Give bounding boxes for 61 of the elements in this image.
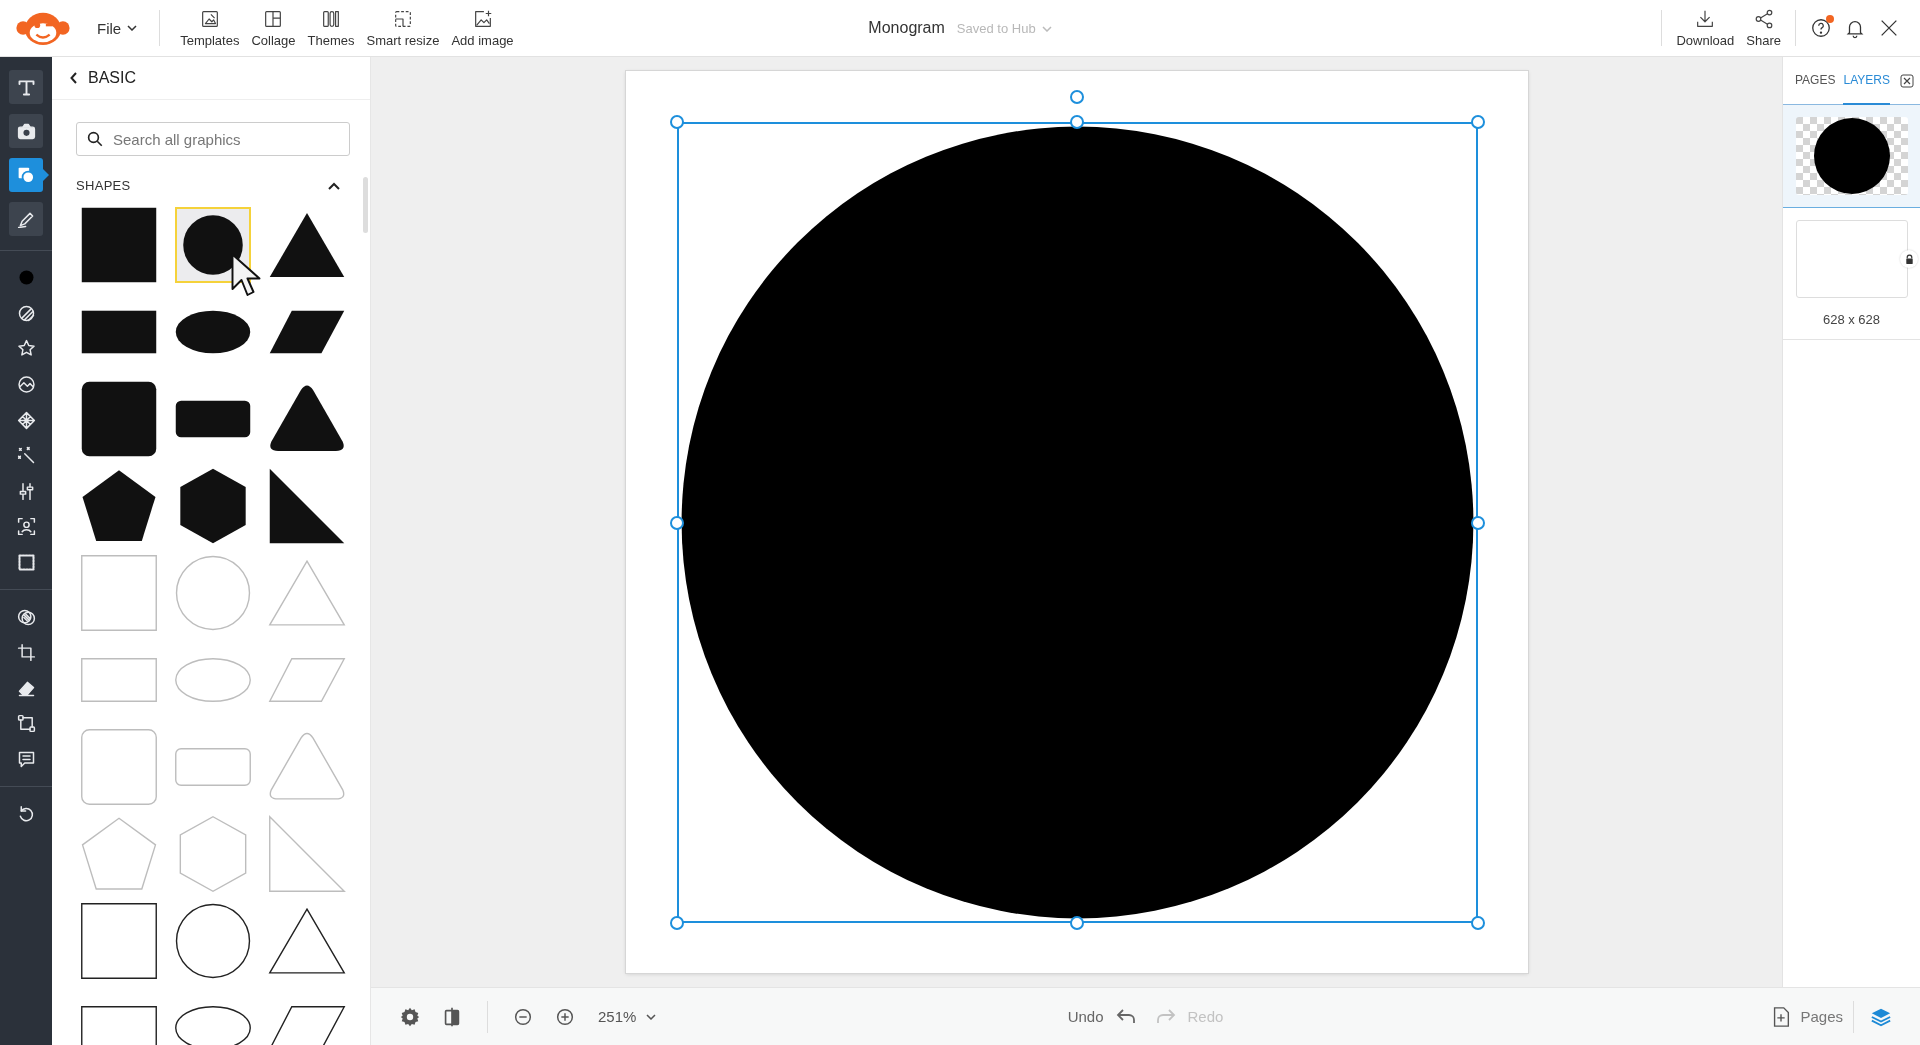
search-icon (86, 130, 104, 148)
close-icon[interactable] (1899, 73, 1914, 88)
camera-tool[interactable] (9, 114, 43, 148)
shape-tile[interactable] (81, 903, 157, 979)
settings-icon (399, 1005, 421, 1028)
transform-icon (15, 713, 37, 735)
resize-handle[interactable] (1470, 916, 1485, 930)
document-title[interactable]: Monogram (868, 19, 945, 37)
layer-item[interactable] (1783, 105, 1920, 208)
resize-handle[interactable] (669, 515, 684, 530)
shape-tile[interactable] (175, 903, 251, 979)
pattern-icon (15, 409, 37, 431)
chevron-down-icon (1041, 25, 1052, 32)
shape-tile[interactable] (269, 468, 345, 544)
resize-handle[interactable] (1470, 115, 1485, 129)
undo-button[interactable]: Undo (1067, 1004, 1138, 1029)
chevron-up-icon (328, 181, 340, 190)
templates-tool[interactable]: Templates (174, 8, 246, 48)
resize-handle[interactable] (669, 115, 684, 129)
frame-icon (15, 552, 37, 574)
resize-handle[interactable] (1070, 115, 1084, 129)
shape-tile[interactable] (81, 816, 157, 892)
cursor-icon (231, 253, 261, 298)
help-icon (1810, 17, 1832, 39)
lock-badge[interactable] (1900, 250, 1918, 268)
file-menu[interactable]: File (97, 19, 138, 37)
collapse-toggle[interactable] (328, 181, 340, 190)
shape-tile[interactable] (81, 207, 157, 283)
resize-tool[interactable]: Smart resize (360, 8, 446, 48)
shape-tile[interactable] (81, 555, 157, 631)
face-icon (15, 516, 37, 538)
resize-handle[interactable] (669, 916, 684, 930)
layer-item[interactable]: 628 x 628 (1783, 208, 1920, 340)
themes-tool[interactable]: Themes (301, 8, 361, 48)
shape-tile[interactable] (81, 381, 157, 457)
shape-tile[interactable] (269, 816, 345, 892)
panel-tab[interactable]: PAGES (1795, 56, 1836, 105)
shape-tile[interactable] (81, 468, 157, 544)
resize-handle[interactable] (1070, 916, 1084, 930)
collage-tool[interactable]: Collage (245, 8, 302, 48)
page-size: 628 x 628 (1822, 312, 1881, 327)
section-title: SHAPES (76, 178, 131, 193)
search-field[interactable]: Search all graphics (76, 122, 350, 156)
download-button[interactable]: Download (1670, 8, 1741, 48)
scrollbar-thumb[interactable] (363, 177, 368, 233)
pages-button[interactable]: Pages (1770, 1005, 1843, 1028)
draw-tool[interactable] (9, 202, 43, 236)
text-tool[interactable] (9, 70, 43, 104)
shape-tile[interactable] (81, 729, 157, 805)
add-image-tool[interactable]: Add image (445, 8, 520, 48)
chevron-down-icon (127, 25, 138, 31)
effects-icon (15, 374, 37, 396)
crop-icon (15, 642, 37, 664)
rotate-handle[interactable] (1070, 90, 1084, 104)
shape-tile[interactable] (175, 555, 251, 631)
palette-tools-icon (320, 8, 342, 30)
chevron-down-icon (646, 1013, 657, 1020)
zoom-dropdown[interactable]: 251% (598, 1008, 657, 1025)
back-link[interactable]: BASIC (70, 69, 136, 87)
chevron-left-icon (70, 72, 78, 84)
share-button[interactable]: Share (1740, 8, 1787, 48)
